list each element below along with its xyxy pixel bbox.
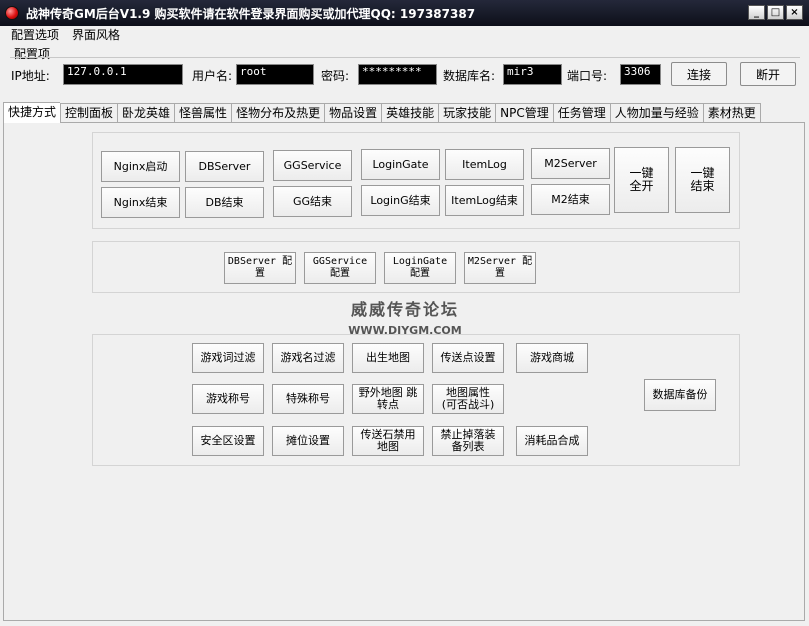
disconnect-button[interactable]: 断开: [740, 62, 796, 86]
logingate-button[interactable]: LoginGate: [361, 149, 440, 180]
tab-quest-manage[interactable]: 任务管理: [552, 103, 610, 123]
tab-monster-spawn[interactable]: 怪物分布及热更: [231, 103, 325, 123]
itemlog-end-button[interactable]: ItemLog结束: [445, 185, 524, 216]
consumable-craft-button[interactable]: 消耗品合成: [516, 426, 588, 456]
app-icon: [5, 6, 19, 20]
itemlog-button[interactable]: ItemLog: [445, 149, 524, 180]
dbserver-button[interactable]: DBServer: [185, 151, 264, 182]
tab-char-exp[interactable]: 人物加量与经验: [609, 103, 703, 123]
name-filter-button[interactable]: 游戏名过滤: [272, 343, 344, 373]
config-divider: [10, 57, 800, 58]
menu-bar: 配置选项 界面风格: [0, 26, 809, 45]
tab-asset-reload[interactable]: 素材热更: [702, 103, 761, 123]
ggservice-config-button[interactable]: GGService 配置: [304, 252, 376, 284]
ip-label: IP地址:: [11, 69, 50, 83]
tab-bar: 快捷方式 控制面板 卧龙英雄 怪兽属性 怪物分布及热更 物品设置 英雄技能 玩家…: [3, 102, 761, 123]
menu-config-options[interactable]: 配置选项: [11, 26, 59, 45]
map-attributes-button[interactable]: 地图属性 (可否战斗): [432, 384, 504, 414]
title-bar: 战神传奇GM后台V1.9 购买软件请在软件登录界面购买或加代理QQ: 19738…: [0, 0, 809, 26]
dbserver-config-button[interactable]: DBServer 配 置: [224, 252, 296, 284]
ggservice-button[interactable]: GGService: [273, 150, 352, 181]
tab-item-settings[interactable]: 物品设置: [324, 103, 382, 123]
m2server-button[interactable]: M2Server: [531, 148, 610, 179]
password-input[interactable]: *********: [358, 64, 437, 85]
watermark-cn: 威威传奇论坛: [350, 300, 459, 319]
safe-zone-button[interactable]: 安全区设置: [192, 426, 264, 456]
db-end-button[interactable]: DB结束: [185, 187, 264, 218]
tab-shortcuts[interactable]: 快捷方式: [3, 102, 61, 123]
logingate-config-button[interactable]: LoginGate 配置: [384, 252, 456, 284]
one-key-start-button[interactable]: 一键 全开: [614, 147, 669, 213]
tab-monster-attr[interactable]: 怪兽属性: [174, 103, 232, 123]
close-icon[interactable]: ×: [786, 5, 803, 20]
db-backup-button[interactable]: 数据库备份: [644, 379, 716, 411]
config-group-label: 配置项: [14, 47, 51, 61]
m2-end-button[interactable]: M2结束: [531, 184, 610, 215]
gg-end-button[interactable]: GG结束: [273, 186, 352, 217]
special-titles-button[interactable]: 特殊称号: [272, 384, 344, 414]
wild-map-jump-button[interactable]: 野外地图 跳 转点: [352, 384, 424, 414]
game-titles-button[interactable]: 游戏称号: [192, 384, 264, 414]
db-input[interactable]: mir3: [503, 64, 562, 85]
tab-control-panel[interactable]: 控制面板: [60, 103, 118, 123]
teleport-settings-button[interactable]: 传送点设置: [432, 343, 504, 373]
stall-settings-button[interactable]: 摊位设置: [272, 426, 344, 456]
window-title: 战神传奇GM后台V1.9 购买软件请在软件登录界面购买或加代理QQ: 19738…: [26, 7, 476, 21]
tab-wolong-hero[interactable]: 卧龙英雄: [117, 103, 175, 123]
tab-player-skills[interactable]: 玩家技能: [438, 103, 496, 123]
password-label: 密码:: [321, 69, 350, 83]
tab-npc-manage[interactable]: NPC管理: [495, 103, 553, 123]
db-label: 数据库名:: [443, 69, 496, 83]
drop-ban-list-button[interactable]: 禁止掉落装 备列表: [432, 426, 504, 456]
maximize-icon[interactable]: □: [767, 5, 784, 20]
user-input[interactable]: root: [236, 64, 314, 85]
m2server-config-button[interactable]: M2Server 配 置: [464, 252, 536, 284]
birth-map-button[interactable]: 出生地图: [352, 343, 424, 373]
one-key-end-button[interactable]: 一键 结束: [675, 147, 730, 213]
tab-hero-skills[interactable]: 英雄技能: [381, 103, 439, 123]
port-input[interactable]: 3306: [620, 64, 661, 85]
game-shop-button[interactable]: 游戏商城: [516, 343, 588, 373]
forum-watermark: 威威传奇论坛 WWW.DIYGM.COM: [300, 296, 510, 337]
menu-ui-style[interactable]: 界面风格: [72, 26, 120, 45]
word-filter-button[interactable]: 游戏词过滤: [192, 343, 264, 373]
minimize-icon[interactable]: _: [748, 5, 765, 20]
logingate-end-button[interactable]: LoginG结束: [361, 185, 440, 216]
window-controls: _ □ ×: [748, 5, 803, 20]
ip-input[interactable]: 127.0.0.1: [63, 64, 183, 85]
nginx-end-button[interactable]: Nginx结束: [101, 187, 180, 218]
user-label: 用户名:: [192, 69, 233, 83]
connect-button[interactable]: 连接: [671, 62, 727, 86]
nginx-start-button[interactable]: Nginx启动: [101, 151, 180, 182]
teleport-stone-ban-button[interactable]: 传送石禁用 地图: [352, 426, 424, 456]
port-label: 端口号:: [567, 69, 608, 83]
